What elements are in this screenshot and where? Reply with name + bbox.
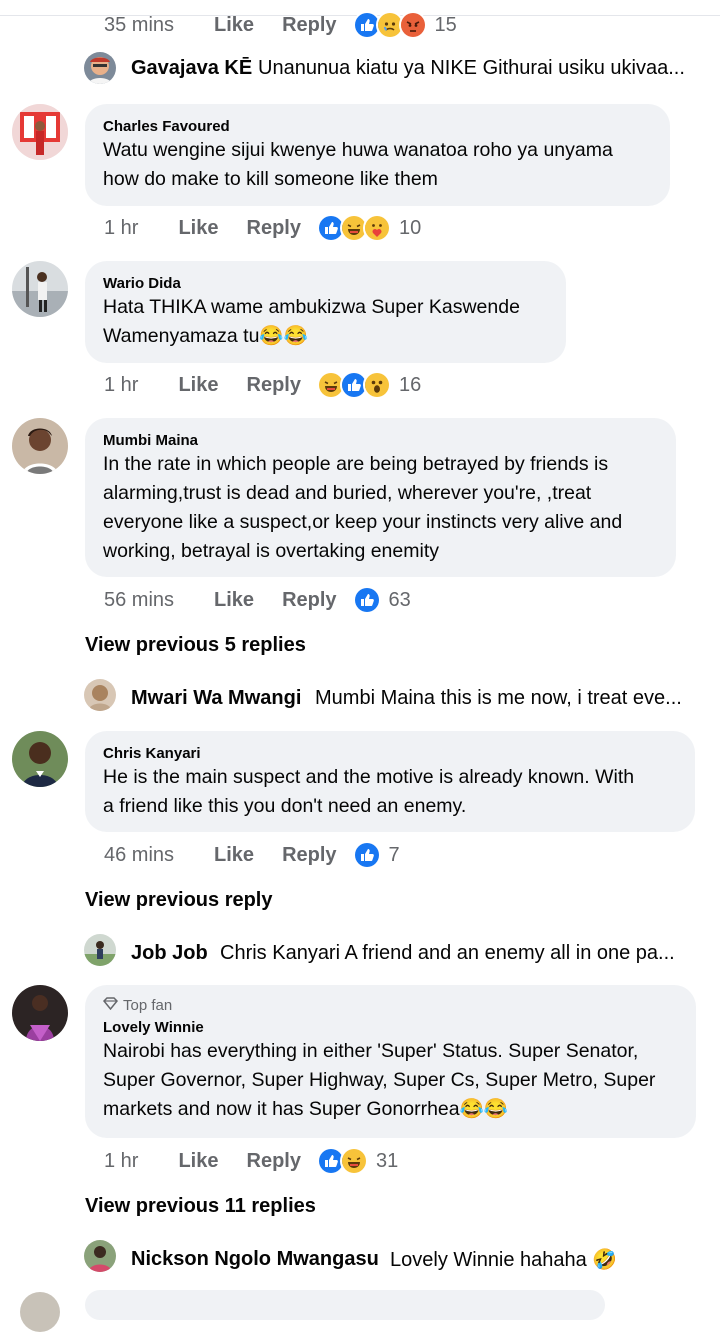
reply-text: Mumbi Maina this is me now, i treat eve.… [315,686,682,709]
reaction-summary[interactable] [316,1147,368,1175]
avatar[interactable] [12,418,68,474]
reaction-summary[interactable] [352,841,381,869]
comment-author[interactable]: Mumbi Maina [103,432,658,450]
like-button[interactable]: Like [178,217,218,240]
reply-preview[interactable]: Mwari Wa Mwangi Mumbi Maina this is me n… [0,680,720,716]
reaction-count: 15 [434,13,457,36]
view-previous-replies-link[interactable]: View previous 5 replies [85,634,306,657]
comment-time: 46 mins [104,843,175,866]
reply-preview[interactable]: Job Job Chris Kanyari A friend and an en… [0,935,720,971]
comment-time: 35 mins [104,13,175,36]
comment-meta: 1 hr Like Reply 10 [104,212,421,244]
reaction-count: 7 [388,843,400,866]
like-button[interactable]: Like [214,844,254,867]
comment-bubble[interactable]: Chris Kanyari He is the main suspect and… [85,731,695,832]
comment-bubble[interactable]: Wario Dida Hata THIKA wame ambukizwa Sup… [85,261,566,363]
reply-author[interactable]: Job Job [131,942,208,965]
comment-time: 1 hr [104,1149,139,1172]
comment-bubble[interactable]: Charles Favoured Watu wengine sijui kwen… [85,104,670,206]
wow-reaction-icon [362,371,391,399]
comment-text: Watu wengine sijui kwenye huwa wanatoa r… [103,139,613,190]
reply-button[interactable]: Reply [282,589,336,612]
view-previous-replies-link[interactable]: View previous 11 replies [85,1195,316,1218]
comment-author[interactable]: Lovely Winnie [103,1019,678,1037]
reply-text: Unanunua kiatu ya NIKE Githurai usiku uk… [258,56,685,79]
comment-meta-top: 35 mins Like Reply 15 [104,9,457,41]
reply-preview[interactable]: Gavajava KĒ Unanunua kiatu ya NIKE Githu… [0,50,720,86]
reply-button[interactable]: Reply [282,14,336,37]
reaction-summary[interactable] [316,214,391,242]
comment-text: He is the main suspect and the motive is… [103,766,635,817]
reply-button[interactable]: Reply [247,374,301,397]
reaction-count: 63 [388,588,411,611]
avatar[interactable] [20,1292,60,1332]
reply-button[interactable]: Reply [247,1150,301,1173]
comment-time: 1 hr [104,373,139,396]
reply-author[interactable]: Nickson Ngolo Mwangasu [131,1248,379,1271]
avatar[interactable] [12,104,68,160]
reaction-count: 31 [375,1149,399,1172]
reaction-count: 16 [398,373,422,396]
comment-text: Nairobi has everything in either 'Super'… [103,1040,656,1120]
avatar[interactable] [12,261,68,317]
reaction-summary[interactable] [352,11,427,39]
haha-reaction-icon [339,1147,368,1175]
reply-text: Lovely Winnie hahaha 🤣 [390,1248,618,1271]
comment-author[interactable]: Chris Kanyari [103,745,677,763]
reply-author[interactable]: Mwari Wa Mwangi [131,687,301,710]
comment-meta: 1 hr Like Reply 16 [104,369,421,401]
reaction-count: 10 [398,216,422,239]
like-button[interactable]: Like [178,1150,218,1173]
avatar[interactable] [12,985,68,1041]
reply-preview[interactable]: Nickson Ngolo Mwangasu Lovely Winnie hah… [0,1241,720,1277]
reaction-summary[interactable] [316,371,391,399]
reply-button[interactable]: Reply [282,844,336,867]
like-button[interactable]: Like [214,589,254,612]
comment-meta: 1 hr Like Reply 31 [104,1145,398,1177]
comment-text: In the rate in which people are being be… [103,453,623,562]
reply-text: Chris Kanyari A friend and an enemy all … [220,941,675,964]
like-reaction-icon [352,841,381,869]
comment-time: 56 mins [104,588,175,611]
avatar[interactable] [12,731,68,787]
comment-bubble[interactable] [85,1290,605,1320]
reply-button[interactable]: Reply [247,217,301,240]
comment-author[interactable]: Charles Favoured [103,118,652,136]
care-reaction-icon [362,214,391,242]
top-fan-badge: Top fan [102,997,678,1015]
reply-author[interactable]: Gavajava KĒ [131,57,252,80]
comment-text: Hata THIKA wame ambukizwa Super Kaswende… [103,296,520,347]
comment-bubble[interactable]: Top fan Lovely Winnie Nairobi has everyt… [85,985,696,1138]
comment-meta: 46 mins Like Reply 7 [104,839,400,871]
like-button[interactable]: Like [178,374,218,397]
diamond-icon [102,997,119,1015]
comment-meta: 56 mins Like Reply 63 [104,584,411,616]
comment-bubble[interactable]: Mumbi Maina In the rate in which people … [85,418,676,577]
top-fan-label: Top fan [123,997,173,1014]
comment-author[interactable]: Wario Dida [103,275,548,293]
reaction-summary[interactable] [352,586,381,614]
comment-time: 1 hr [104,216,139,239]
like-button[interactable]: Like [214,14,254,37]
angry-reaction-icon [398,11,427,39]
like-reaction-icon [352,586,381,614]
view-previous-replies-link[interactable]: View previous reply [85,889,273,912]
